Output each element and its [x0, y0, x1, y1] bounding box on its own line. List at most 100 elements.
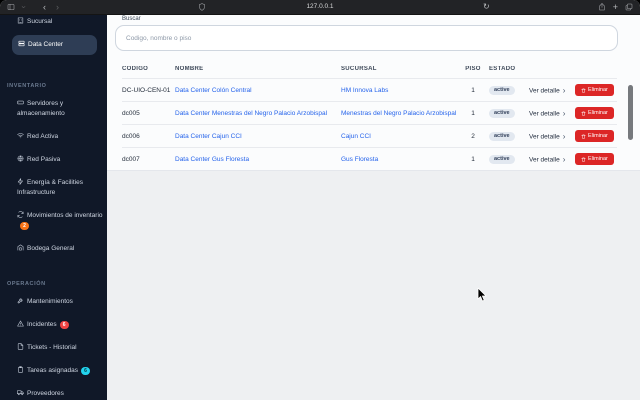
tabs-overview-icon[interactable]	[625, 3, 633, 11]
app-window: ‹ › 127.0.0.1 ↻ + Sucursal Data Center I…	[0, 0, 640, 400]
sidebar-item-label: Tareas asignadas	[27, 367, 78, 374]
reload-icon[interactable]: ↻	[483, 0, 490, 14]
chevron-right-icon: ›	[562, 154, 566, 164]
search-box	[115, 25, 618, 51]
cell-piso: 1	[471, 86, 475, 94]
building-icon	[17, 17, 24, 24]
sucursal-link[interactable]: HM Innova Labs	[341, 87, 388, 94]
sidebar-item-red-pasiva[interactable]: Red Pasiva	[0, 153, 107, 167]
cell-codigo: DC-UIO-CEN-01	[122, 86, 171, 94]
sidebar-item-mantenimientos[interactable]: Mantenimientos	[0, 295, 107, 309]
refresh-icon	[17, 211, 24, 218]
new-tab-icon[interactable]: +	[613, 0, 618, 14]
delete-button[interactable]: Eliminar	[575, 84, 614, 96]
sidebar-item-label: Movimientos de inventario	[27, 212, 103, 219]
sidebar-item-red-activa[interactable]: Red Activa	[0, 130, 107, 144]
table-row: dc005 Data Center Menestras del Negro Pa…	[122, 101, 617, 124]
sidebar-item-movimientos[interactable]: Movimientos de inventario 2	[0, 209, 107, 233]
sidebar-item-label: Tickets - Historial	[27, 344, 77, 351]
sucursal-link[interactable]: Cajun CCI	[341, 133, 371, 140]
truck-icon	[17, 390, 24, 396]
sidebar-item-label: Red Pasiva	[27, 156, 61, 163]
cell-codigo: dc006	[122, 132, 140, 140]
storage-icon	[17, 100, 24, 105]
datacenter-link[interactable]: Data Center Colón Central	[175, 87, 252, 94]
trash-icon	[581, 134, 586, 139]
browser-chrome: ‹ › 127.0.0.1 ↻ +	[0, 0, 640, 15]
sidebar-item-data-center[interactable]: Data Center	[12, 35, 97, 55]
globe-icon	[17, 155, 24, 162]
header-estado: ESTADO	[489, 65, 516, 72]
table-row: dc006 Data Center Cajun CCI Cajun CCI 2 …	[122, 124, 617, 147]
cell-codigo: dc007	[122, 155, 140, 163]
main-content: Buscar CODIGO NOMBRE SUCURSAL PISO ESTAD…	[107, 14, 640, 400]
share-icon[interactable]	[598, 3, 606, 11]
wifi-icon	[17, 133, 24, 139]
sidebar-item-label: Data Center	[28, 41, 64, 48]
datacenter-link[interactable]: Data Center Menestras del Negro Palacio …	[175, 110, 327, 117]
sidebar-item-label: Energía & Facilities Infrastructure	[17, 179, 83, 196]
sidebar-item-label: Servidores y almacenamiento	[17, 100, 65, 117]
cell-piso: 2	[471, 132, 475, 140]
view-detail-button[interactable]: Ver detalle ›	[529, 155, 575, 164]
sucursal-link[interactable]: Menestras del Negro Palacio Arzobispal	[341, 110, 456, 117]
delete-button[interactable]: Eliminar	[575, 153, 614, 165]
delete-button[interactable]: Eliminar	[575, 130, 614, 142]
address-bar[interactable]: 127.0.0.1	[0, 0, 640, 14]
file-text-icon	[17, 343, 24, 350]
trash-icon	[581, 111, 586, 116]
chevron-right-icon: ›	[562, 108, 566, 118]
datacenter-list-panel: Buscar CODIGO NOMBRE SUCURSAL PISO ESTAD…	[107, 14, 640, 171]
cell-piso: 1	[471, 155, 475, 163]
sidebar-item-bodega[interactable]: Bodega General	[0, 242, 107, 256]
header-sucursal: SUCURSAL	[341, 65, 377, 72]
sidebar-section-title: INVENTARIO	[7, 83, 47, 89]
incidentes-badge: 6	[59, 321, 69, 329]
alert-triangle-icon	[17, 320, 24, 327]
table-header-row: CODIGO NOMBRE SUCURSAL PISO ESTADO	[122, 59, 617, 78]
sidebar-item-label: Sucursal	[27, 18, 53, 25]
cell-piso: 1	[471, 109, 475, 117]
sidebar-item-tickets[interactable]: Tickets - Historial	[0, 341, 107, 355]
sidebar-item-label: Red Activa	[27, 133, 59, 140]
delete-button[interactable]: Eliminar	[575, 107, 614, 119]
sidebar-item-sucursal[interactable]: Sucursal	[0, 15, 107, 29]
datacenter-table: CODIGO NOMBRE SUCURSAL PISO ESTADO DC-UI…	[122, 59, 617, 170]
trash-icon	[581, 157, 586, 162]
sidebar-item-energia[interactable]: Energía & Facilities Infrastructure	[0, 176, 107, 200]
sidebar-item-label: Proveedores	[27, 390, 64, 397]
status-badge: active	[489, 154, 515, 164]
search-input[interactable]	[116, 34, 617, 42]
zap-icon	[17, 178, 23, 185]
sidebar-item-tareas[interactable]: Tareas asignadas 6	[0, 364, 107, 378]
sidebar-item-incidentes[interactable]: Incidentes 6	[0, 318, 107, 332]
datacenter-link[interactable]: Data Center Gus Floresta	[175, 156, 249, 163]
view-detail-button[interactable]: Ver detalle ›	[529, 132, 575, 141]
sidebar: Sucursal Data Center INVENTARIO Servidor…	[0, 14, 107, 400]
chevron-right-icon: ›	[562, 131, 566, 141]
warehouse-icon	[17, 244, 24, 251]
wrench-icon	[17, 298, 23, 304]
header-codigo: CODIGO	[122, 65, 149, 72]
status-badge: active	[489, 108, 515, 118]
table-row: dc007 Data Center Gus Floresta Gus Flore…	[122, 147, 617, 170]
search-label: Buscar	[122, 16, 141, 22]
sidebar-item-proveedores[interactable]: Proveedores	[0, 387, 107, 400]
sidebar-item-servidores[interactable]: Servidores y almacenamiento	[0, 97, 107, 121]
sidebar-item-label: Bodega General	[27, 245, 75, 252]
tareas-badge: 6	[80, 367, 90, 375]
sidebar-item-label: Incidentes	[27, 321, 57, 328]
status-badge: active	[489, 85, 515, 95]
clipboard-icon	[18, 366, 23, 373]
server-rack-icon	[18, 40, 25, 47]
header-nombre: NOMBRE	[175, 65, 204, 72]
view-detail-button[interactable]: Ver detalle ›	[529, 86, 575, 95]
header-piso: PISO	[465, 65, 481, 72]
scrollbar-thumb[interactable]	[628, 85, 633, 140]
table-row: DC-UIO-CEN-01 Data Center Colón Central …	[122, 78, 617, 101]
view-detail-button[interactable]: Ver detalle ›	[529, 109, 575, 118]
sidebar-section-title: OPERACIÓN	[7, 281, 46, 287]
sidebar-item-label: Mantenimientos	[27, 298, 73, 305]
sucursal-link[interactable]: Gus Floresta	[341, 156, 378, 163]
datacenter-link[interactable]: Data Center Cajun CCI	[175, 133, 242, 140]
